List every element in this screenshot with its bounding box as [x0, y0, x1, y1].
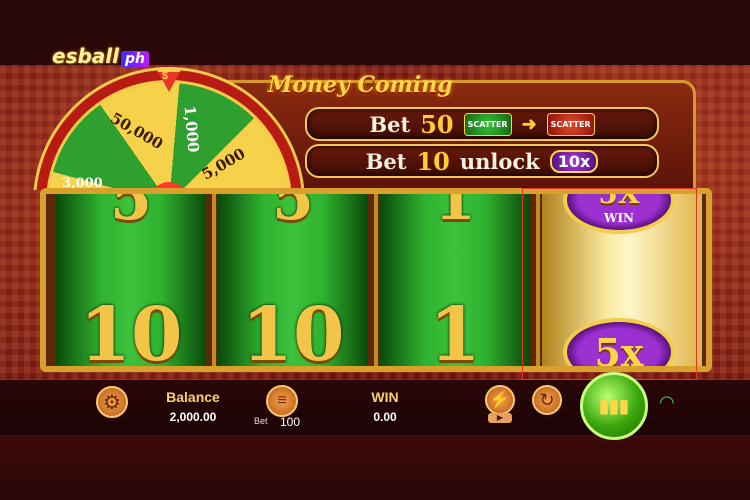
reel-2: 5 10: [218, 194, 368, 366]
promo-row-bet-10: Bet 10 unlock 10x: [305, 144, 659, 178]
reel-symbol-top: 1: [434, 188, 476, 234]
multiplier-badge: 10x: [549, 149, 599, 173]
gear-icon: ⚙: [103, 391, 121, 414]
spin-button[interactable]: ▮▮▮: [580, 372, 648, 440]
turbo-button[interactable]: ⚡: [485, 385, 515, 415]
scatter-green-icon: SCATTER: [463, 112, 512, 136]
win-value: 0.00: [373, 410, 397, 424]
promo-row-bet-50: Bet 50 SCATTER ➜ SCATTER: [305, 107, 659, 141]
wifi-icon: ◠: [659, 392, 675, 412]
reel-symbol-bottom: 10: [79, 292, 183, 372]
arrow-right-icon: ➜: [521, 113, 537, 135]
spin-icon: ▮▮▮: [599, 395, 629, 416]
balance-value: 2,000.00: [169, 410, 217, 424]
lightning-icon: ⚡: [489, 390, 511, 409]
game-title: Money Coming: [268, 72, 453, 98]
bet-amount: 10: [416, 146, 450, 176]
bet-amount: 50: [420, 109, 454, 139]
balance-label: Balance: [166, 389, 220, 405]
scatter-red-icon: SCATTER: [546, 112, 595, 136]
bet-value: 100: [280, 415, 301, 429]
coin-stack-icon: ≡: [277, 392, 287, 409]
reel-symbol-bottom: 1: [429, 292, 481, 372]
autoplay-icon: ↻: [539, 389, 555, 410]
reel-divider: [374, 194, 378, 366]
game-screen: esball ph 50,000 1,000 5,000 3,000 $ Mone…: [0, 0, 750, 500]
reel-1: 5 10: [56, 194, 206, 366]
dollar-icon: $: [162, 70, 169, 82]
bet-word: Bet: [365, 148, 407, 174]
bet-button[interactable]: ≡: [266, 385, 298, 417]
autoplay-button[interactable]: ↻: [532, 385, 562, 415]
bet-label: Bet: [254, 416, 268, 426]
bet-word: Bet: [369, 111, 411, 137]
reel-divider: [212, 194, 216, 366]
turbo-indicator: ▶: [488, 413, 512, 423]
settings-button[interactable]: ⚙: [96, 386, 128, 418]
reel-3: 1 1: [380, 194, 530, 366]
reel-symbol-top: 5: [272, 188, 314, 234]
reel-symbol-bottom: 10: [241, 292, 345, 372]
multiplier-highlight-box: [522, 188, 697, 380]
reel-symbol-top: 5: [110, 188, 152, 234]
win-label: WIN: [371, 389, 399, 405]
unlock-word: unlock: [459, 148, 540, 174]
